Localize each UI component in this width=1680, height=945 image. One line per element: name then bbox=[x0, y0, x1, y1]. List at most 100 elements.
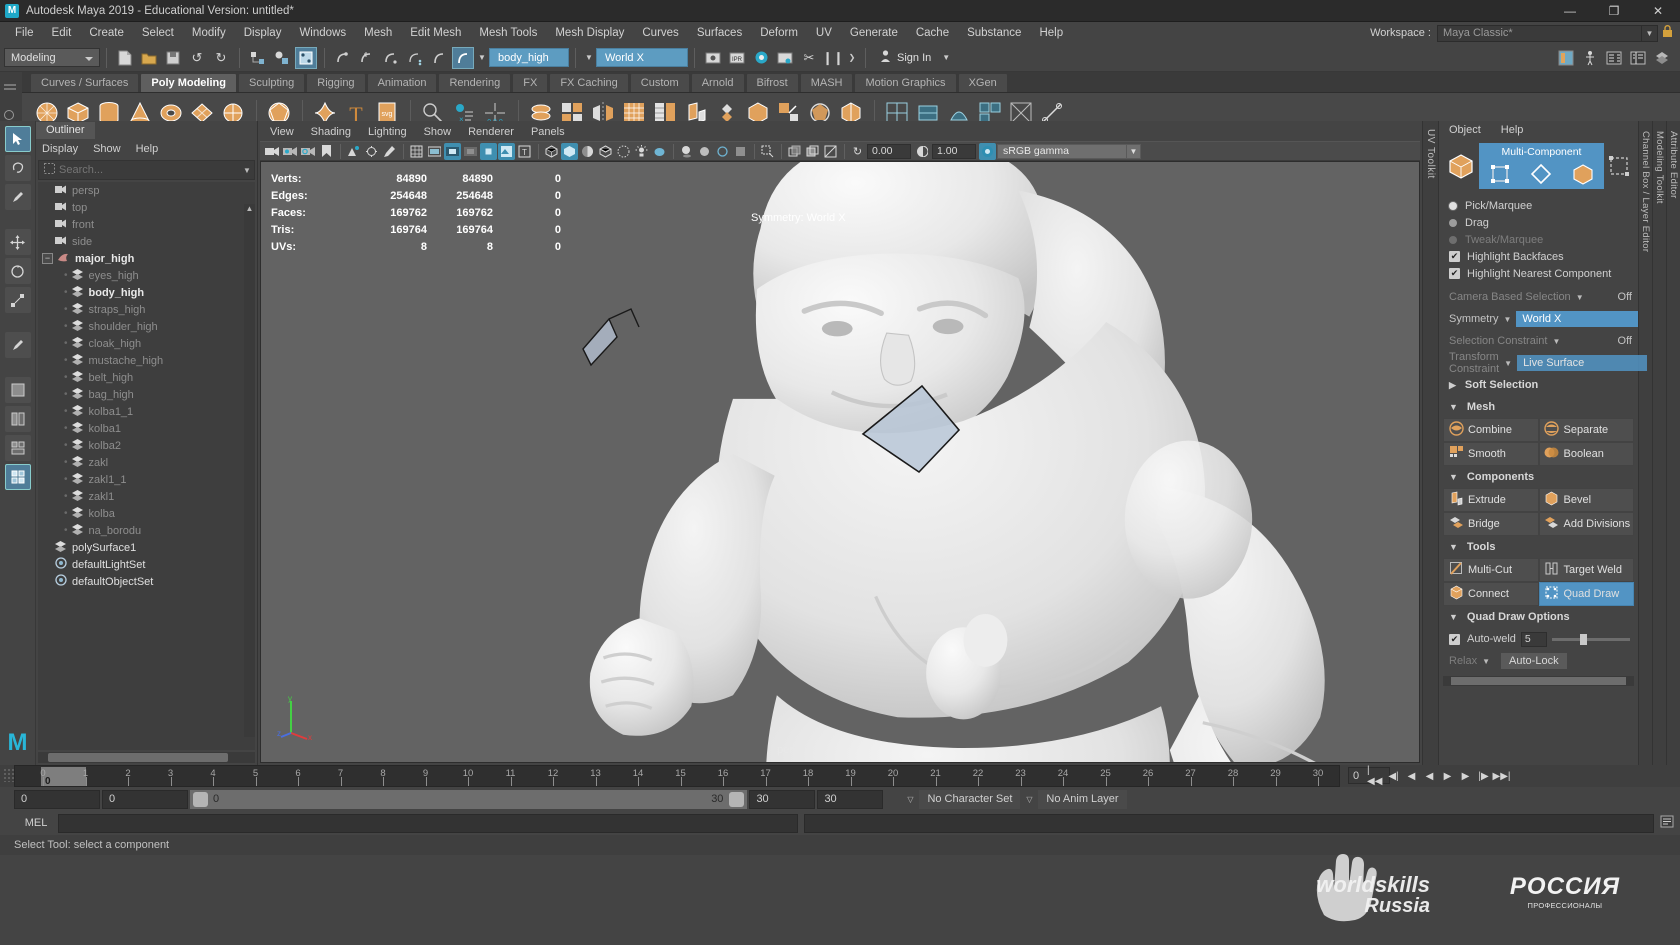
range-end-handle[interactable] bbox=[729, 791, 745, 807]
close-button[interactable]: ✕ bbox=[1636, 0, 1680, 22]
outliner-menu-display[interactable]: Display bbox=[42, 143, 78, 155]
exposure-value[interactable]: 0.00 bbox=[867, 143, 911, 159]
select-object-icon[interactable] bbox=[271, 47, 293, 69]
outliner-item-zakl[interactable]: • zakl bbox=[38, 454, 255, 471]
symmetry-field[interactable]: World X bbox=[596, 48, 688, 67]
connect-button[interactable]: Connect bbox=[1443, 582, 1539, 606]
menu-generate[interactable]: Generate bbox=[841, 22, 907, 44]
step-forward-key-icon[interactable]: |▶ bbox=[1475, 768, 1492, 785]
playback-start-time-field[interactable]: 0 bbox=[102, 789, 188, 809]
smooth-button[interactable]: Smooth bbox=[1443, 442, 1539, 466]
target-weld-button[interactable]: Target Weld bbox=[1538, 558, 1634, 582]
xray-active-icon[interactable] bbox=[804, 143, 821, 160]
shelf-tab-poly-modeling[interactable]: Poly Modeling bbox=[140, 73, 237, 92]
character-set-chevron-icon[interactable]: ▽ bbox=[903, 795, 917, 804]
shelf-tab-bifrost[interactable]: Bifrost bbox=[745, 73, 799, 92]
uv-toolkit-rail[interactable]: UV Toolkit bbox=[1422, 121, 1438, 765]
shelf-tab-fx-caching[interactable]: FX Caching bbox=[549, 73, 629, 92]
menu-help[interactable]: Help bbox=[1030, 22, 1072, 44]
viewport-3d-canvas[interactable]: Verts: 84890 84890 0 Edges: 254648 254648 0 Face… bbox=[260, 161, 1420, 763]
chevron-down-icon[interactable]: ▼ bbox=[1504, 315, 1512, 324]
vertex-mode-icon[interactable] bbox=[1487, 162, 1513, 186]
save-scene-icon[interactable] bbox=[162, 47, 184, 69]
grid-toggle-icon[interactable] bbox=[408, 143, 425, 160]
shelf-tab-fx[interactable]: FX bbox=[512, 73, 549, 92]
texture-mode-icon[interactable] bbox=[498, 142, 515, 160]
menu-curves[interactable]: Curves bbox=[633, 22, 687, 44]
move-tool-icon[interactable] bbox=[4, 229, 31, 255]
play-backwards-icon[interactable]: ◀ bbox=[1421, 768, 1438, 785]
multi-cut-button[interactable]: Multi-Cut bbox=[1443, 558, 1539, 582]
menu-mesh[interactable]: Mesh bbox=[355, 22, 401, 44]
ipr-render-icon[interactable]: IPR bbox=[726, 47, 748, 69]
shelf-tab-custom[interactable]: Custom bbox=[629, 73, 690, 92]
render-settings-icon[interactable] bbox=[750, 47, 772, 69]
channel-box-rail[interactable]: Channel Box / Layer Editor bbox=[1638, 121, 1652, 765]
multi-component-mode-group[interactable]: Multi-Component bbox=[1479, 143, 1604, 189]
rotate-tool-icon[interactable] bbox=[4, 258, 31, 284]
outliner-item-straps-high[interactable]: • straps_high bbox=[38, 301, 255, 318]
anim-layer-field[interactable]: No Anim Layer bbox=[1038, 789, 1127, 809]
channel-box-label[interactable]: Channel Box / Layer Editor bbox=[1640, 131, 1651, 252]
mtk-hscrollbar[interactable] bbox=[1443, 676, 1634, 686]
bookmark-icon[interactable] bbox=[318, 143, 335, 160]
outliner-item-zakl1-1[interactable]: • zakl1_1 bbox=[38, 471, 255, 488]
outliner-item-persp[interactable]: persp bbox=[38, 182, 255, 199]
shelf-tab-animation[interactable]: Animation bbox=[366, 73, 438, 92]
chevron-down-icon[interactable]: ▼ bbox=[1552, 337, 1560, 346]
gamma-reset-icon[interactable]: ↻ bbox=[849, 143, 866, 160]
layout-two-pane-icon[interactable] bbox=[4, 406, 31, 432]
viewport-menu-renderer[interactable]: Renderer bbox=[468, 126, 514, 138]
live-object-field[interactable]: body_high bbox=[489, 48, 569, 67]
step-back-frame-icon[interactable]: ◀ bbox=[1403, 768, 1420, 785]
range-start-handle[interactable] bbox=[193, 791, 208, 807]
redo-icon[interactable]: ↻ bbox=[210, 47, 232, 69]
chevron-down-icon[interactable]: ▼ bbox=[240, 166, 254, 175]
all-lights-icon[interactable] bbox=[651, 143, 668, 160]
auto-weld-value[interactable]: 5 bbox=[1520, 631, 1547, 647]
menu-edit-mesh[interactable]: Edit Mesh bbox=[401, 22, 470, 44]
time-slider[interactable]: 0 0 1 2 3 4 5 6 7 8 9 10 11 12 13 14 15 16 17 18 19 20 21 22 23… bbox=[14, 765, 1340, 787]
symmetry-value[interactable]: World X bbox=[1516, 311, 1647, 327]
channel-box-toggle-icon[interactable] bbox=[1627, 47, 1649, 69]
transform-constraint-value[interactable]: Live Surface bbox=[1517, 355, 1648, 371]
menu-file[interactable]: File bbox=[6, 22, 43, 44]
script-editor-icon[interactable] bbox=[1654, 815, 1680, 831]
chevron-down-icon[interactable]: ▼ bbox=[1642, 24, 1658, 42]
combine-button[interactable]: Combine bbox=[1443, 418, 1539, 442]
outliner-item-front[interactable]: front bbox=[38, 216, 255, 233]
snap-projected-icon[interactable] bbox=[404, 47, 426, 69]
highlight-backfaces-checkbox[interactable]: ✔ Highlight Backfaces bbox=[1439, 248, 1638, 265]
uv-mode-button[interactable] bbox=[1604, 143, 1634, 189]
sign-in-chevron-icon[interactable]: ▼ bbox=[939, 48, 953, 67]
chevron-right-icon[interactable]: ❯ bbox=[845, 48, 859, 67]
maximize-button[interactable]: ❐ bbox=[1592, 0, 1636, 22]
add-divisions-button[interactable]: Add Divisions bbox=[1538, 512, 1634, 536]
isolate-select-icon[interactable] bbox=[759, 143, 776, 160]
flat-shade-icon[interactable] bbox=[597, 143, 614, 160]
step-back-key-icon[interactable]: ◀| bbox=[1385, 768, 1402, 785]
image-plane-icon[interactable] bbox=[345, 143, 362, 160]
outliner-item-belt-high[interactable]: • belt_high bbox=[38, 369, 255, 386]
outliner-tab[interactable]: Outliner bbox=[36, 122, 95, 139]
contrast-icon[interactable] bbox=[914, 143, 931, 160]
checkmark-icon[interactable]: ✔ bbox=[1449, 633, 1460, 645]
outliner-menu-help[interactable]: Help bbox=[136, 143, 159, 155]
camera-attributes-icon[interactable] bbox=[282, 143, 299, 160]
outliner-item-body-high[interactable]: • body_high bbox=[38, 284, 255, 301]
modeling-toolkit-rail-label[interactable]: Modeling Toolkit bbox=[1654, 131, 1665, 204]
viewport-menu-show[interactable]: Show bbox=[424, 126, 452, 138]
outliner-item-cloak-high[interactable]: • cloak_high bbox=[38, 335, 255, 352]
menu-deform[interactable]: Deform bbox=[751, 22, 807, 44]
layout-three-pane-icon[interactable] bbox=[4, 435, 31, 461]
quad-draw-button[interactable]: Quad Draw bbox=[1538, 582, 1634, 606]
outliner-item-top[interactable]: top bbox=[38, 199, 255, 216]
outliner-item-polysurface1[interactable]: polySurface1 bbox=[38, 539, 255, 556]
components-section-header[interactable]: ▼ Components bbox=[1439, 466, 1638, 488]
shelf-tab-curves-surfaces[interactable]: Curves / Surfaces bbox=[30, 73, 140, 92]
selection-mode-drag[interactable]: Drag bbox=[1439, 214, 1638, 231]
two-pane-camera-icon[interactable] bbox=[300, 143, 317, 160]
highlight-nearest-component-checkbox[interactable]: ✔ Highlight Nearest Component bbox=[1439, 265, 1638, 282]
mesh-section-header[interactable]: ▼ Mesh bbox=[1439, 396, 1638, 418]
outliner-item-mustache-high[interactable]: • mustache_high bbox=[38, 352, 255, 369]
